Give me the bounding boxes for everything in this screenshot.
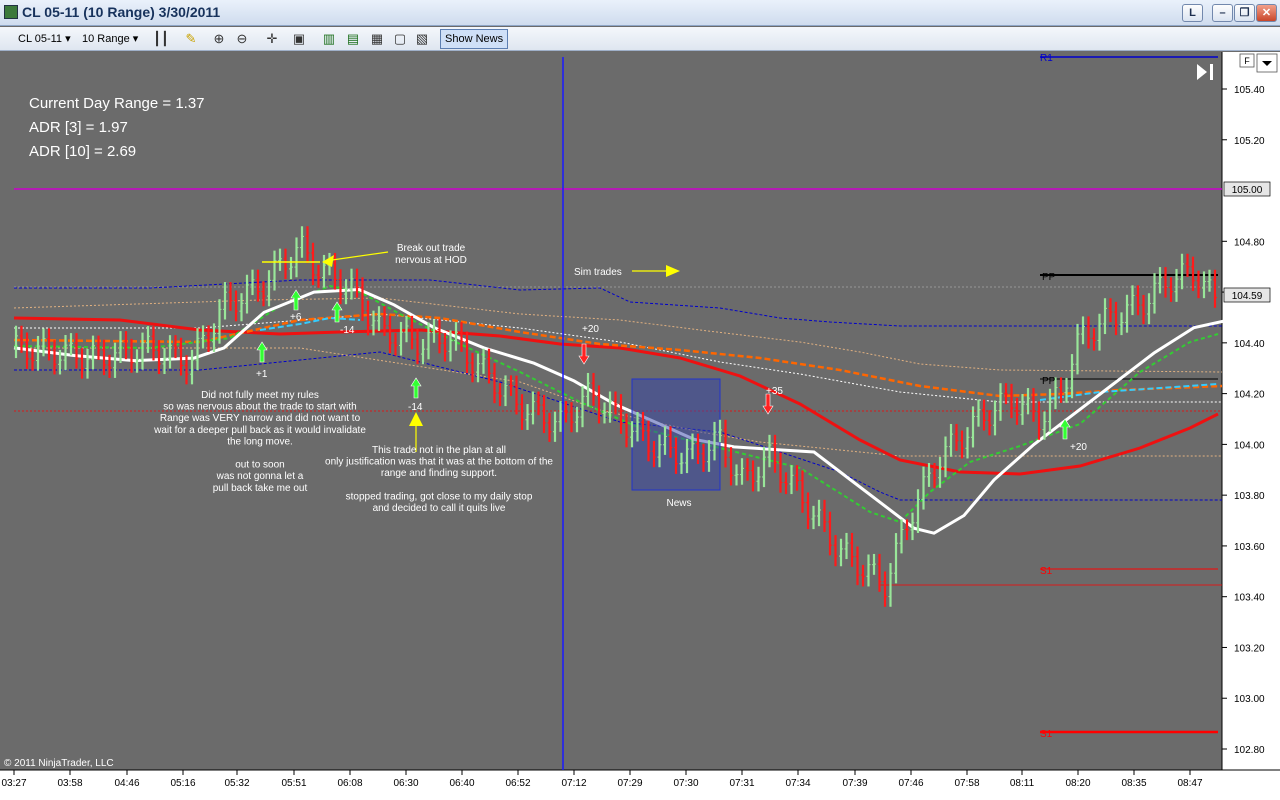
price-tick-label: 105.20 [1234, 136, 1265, 147]
chart-trader-icon[interactable]: ▦ [368, 30, 386, 48]
price-tick-label: 104.40 [1234, 339, 1265, 350]
sim-trades-label: Sim trades [574, 267, 622, 278]
maximize-icon[interactable]: ❐ [1234, 4, 1255, 22]
templates-icon[interactable]: ▧ [413, 30, 431, 48]
note-line: wait for a deeper pull back as it would … [153, 425, 366, 436]
price-tick-label: 104.00 [1234, 440, 1265, 451]
price-tick-label: 105.40 [1234, 85, 1265, 96]
note-line: and decided to call it quits live [373, 503, 506, 514]
last-price-label: 104.59 [1232, 291, 1263, 302]
time-tick-label: 07:31 [729, 778, 754, 789]
price-tick-label: 103.60 [1234, 542, 1265, 553]
price-chart[interactable]: +6 -14 +1 -14 +20 +35 +20 Break out trad… [0, 52, 1280, 800]
period-label: 10 Range [82, 33, 130, 45]
close-icon[interactable]: ✕ [1256, 4, 1277, 22]
trade-label: -14 [408, 402, 423, 413]
instrument-label: CL 05-11 [18, 33, 63, 45]
note-line: Range was VERY narrow and did not want t… [160, 413, 361, 424]
period-selector[interactable]: 10 Range ▾ [82, 30, 138, 48]
news-label: News [666, 498, 691, 509]
ninjatrader-chart-window: CL 05-11 (10 Range) 3/30/2011 L – ❐ ✕ CL… [0, 0, 1280, 800]
time-tick-label: 08:11 [1010, 778, 1035, 789]
note-line: the long move. [227, 436, 293, 447]
trade-label: +20 [582, 324, 599, 335]
minimize-icon[interactable]: – [1212, 4, 1233, 22]
note-line: out to soon [235, 460, 284, 471]
trade-label: +20 [1070, 442, 1087, 453]
time-tick-label: 06:30 [393, 778, 418, 789]
zoom-out-icon[interactable]: ⊖ [233, 30, 251, 48]
annotation-line: nervous at HOD [395, 255, 467, 266]
time-tick-label: 08:20 [1065, 778, 1090, 789]
time-tick-label: 06:52 [505, 778, 530, 789]
trade-label: -14 [340, 325, 355, 336]
price-axis-panel [1222, 52, 1280, 770]
instrument-selector[interactable]: CL 05-11 ▾ [18, 30, 71, 48]
crosshair-icon[interactable]: ✛ [263, 30, 281, 48]
time-tick-label: 06:40 [449, 778, 474, 789]
time-tick-label: 03:58 [57, 778, 82, 789]
note-line: only justification was that it was at th… [325, 457, 553, 468]
note-line: pull back take me out [213, 483, 308, 494]
time-tick-label: 07:34 [785, 778, 810, 789]
time-tick-label: 04:46 [114, 778, 139, 789]
chart-app-icon [4, 5, 18, 19]
adr10-label: ADR [10] = 2.69 [29, 143, 137, 160]
pencil-draw-icon[interactable]: ✎ [182, 30, 200, 48]
time-tick-label: 07:12 [561, 778, 586, 789]
trade-label: +35 [766, 386, 783, 397]
data-box-icon[interactable]: ▢ [391, 30, 409, 48]
price-tick-label: 102.80 [1234, 745, 1265, 756]
s1-label: S1 [1040, 566, 1053, 577]
breakout-annotation: Break out trade nervous at HOD [395, 243, 467, 266]
time-tick-label: 05:32 [224, 778, 249, 789]
pp2-label: PP [1042, 376, 1056, 387]
time-tick-label: 05:16 [170, 778, 195, 789]
time-tick-label: 07:46 [898, 778, 923, 789]
link-button[interactable]: L [1182, 4, 1203, 22]
time-tick-label: 07:58 [954, 778, 979, 789]
pp-label: PP [1042, 272, 1056, 283]
show-news-button[interactable]: Show News [440, 29, 509, 49]
note-line: was not gonna let a [216, 471, 304, 482]
copyright-label: © 2011 NinjaTrader, LLC [4, 758, 114, 769]
time-tick-label: 05:51 [281, 778, 306, 789]
price-tick-label: 104.80 [1234, 237, 1265, 248]
title-bar: CL 05-11 (10 Range) 3/30/2011 L – ❐ ✕ [0, 0, 1280, 26]
time-tick-label: 07:29 [617, 778, 642, 789]
annotation-line: Break out trade [397, 243, 466, 254]
time-tick-label: 08:47 [1177, 778, 1202, 789]
note-line: range and finding support. [381, 468, 497, 479]
time-tick-label: 07:30 [673, 778, 698, 789]
time-tick-label: 08:35 [1121, 778, 1146, 789]
note-line: stopped trading, got close to my daily s… [346, 491, 533, 502]
price-tick-label: 104.20 [1234, 390, 1265, 401]
time-tick-label: 03:27 [1, 778, 26, 789]
indicators-icon[interactable]: ▤ [344, 30, 362, 48]
zoom-in-icon[interactable]: ⊕ [210, 30, 228, 48]
properties-icon[interactable]: ▣ [290, 30, 308, 48]
bar-type-icon[interactable]: ┃┃ [152, 30, 170, 48]
trade-label: +1 [256, 369, 268, 380]
current-day-range-label: Current Day Range = 1.37 [29, 95, 205, 112]
price-tick-label: 103.00 [1234, 694, 1265, 705]
r1-label: R1 [1040, 53, 1053, 64]
chart-toolbar: CL 05-11 ▾ 10 Range ▾ ┃┃ ✎ ⊕ ⊖ ✛ ▣ ▥ ▤ ▦… [0, 27, 1280, 51]
window-title: CL 05-11 (10 Range) 3/30/2011 [22, 4, 221, 20]
price-tick-label: 103.80 [1234, 491, 1265, 502]
chart-panel[interactable]: +6 -14 +1 -14 +20 +35 +20 Break out trad… [0, 52, 1280, 800]
chart-f-button-label: F [1244, 56, 1250, 66]
note-line: Did not fully meet my rules [201, 390, 319, 401]
strategies-icon[interactable]: ▥ [320, 30, 338, 48]
note-line: so was nervous about the trade to start … [163, 402, 356, 413]
s1b-label: S1 [1040, 729, 1053, 740]
level-105-marker-label: 105.00 [1232, 185, 1263, 196]
adr3-label: ADR [3] = 1.97 [29, 119, 128, 136]
price-tick-label: 103.20 [1234, 643, 1265, 654]
time-tick-label: 06:08 [337, 778, 362, 789]
note-line: This trade not in the plan at all [372, 445, 506, 456]
trade-label: +6 [290, 312, 302, 323]
price-tick-label: 103.40 [1234, 593, 1265, 604]
time-tick-label: 07:39 [842, 778, 867, 789]
